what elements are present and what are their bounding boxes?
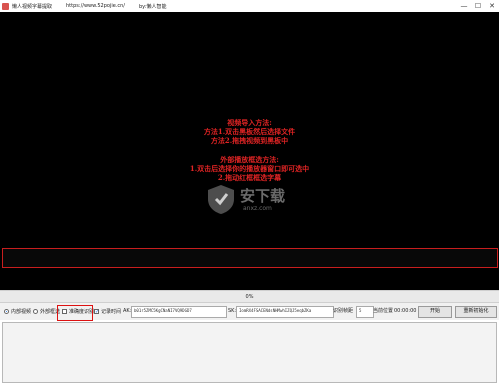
record-time-checkbox[interactable]: ✓ 记录时间 — [94, 307, 121, 316]
title-bar: 懒人视频字幕提取 https://www.52pojie.cn/ by:懒人智能… — [0, 0, 499, 12]
checkbox-checked-icon: ✓ — [94, 309, 100, 315]
watermark-subtext: anxz.com — [243, 205, 272, 212]
reset-button[interactable]: 重新初始化 — [455, 306, 497, 318]
instruction-line: 外部播放框选方法: — [220, 155, 279, 164]
app-icon — [2, 2, 9, 10]
title-url: https://www.52pojie.cn/ — [66, 3, 125, 9]
highlight-frame — [57, 305, 93, 321]
external-frame-radio[interactable]: 外部框选 — [33, 307, 60, 316]
instruction-line: 1.双击后选择你的播放器窗口即可选中 — [189, 164, 310, 173]
title-author: by:懒人智能 — [138, 3, 167, 10]
app-title: 懒人视频字幕提取 — [12, 3, 53, 10]
internal-video-label: 内部视频 — [11, 309, 32, 315]
sk-label: SK: — [228, 308, 237, 314]
sk-input[interactable]: IomRX4FSACENdsNHMwhIZQJ5eqbZKa — [236, 306, 334, 318]
record-time-label: 记录时间 — [101, 309, 122, 315]
instruction-line: 方法2.拖拽视频到黑板中 — [210, 136, 289, 145]
frame-interval-input[interactable]: 5 — [356, 306, 374, 318]
progress-bar: 0% — [0, 290, 499, 303]
watermark-text: 安下载 — [240, 187, 286, 205]
output-textarea[interactable] — [2, 322, 497, 383]
internal-video-radio[interactable]: 内部视频 — [4, 307, 31, 316]
watermark-logo: 安下载 anxz.com — [205, 183, 300, 215]
instruction-line: 方法1.双击黑板然后选择文件 — [203, 127, 296, 136]
instruction-line: 2.拖动红框框选字幕 — [217, 173, 282, 182]
maximize-button[interactable]: ☐ — [471, 0, 485, 12]
instruction-line: 视频导入方法: — [227, 118, 272, 127]
progress-text: 0% — [245, 294, 254, 300]
minimize-button[interactable]: — — [457, 0, 471, 12]
ak-input[interactable]: b01r5ZMC5KgCNaNI7VQ9DGD7 — [131, 306, 227, 318]
radio-selected-icon — [4, 309, 9, 314]
shield-logo-icon — [208, 185, 234, 214]
frame-interval-label: 识别帧距 — [333, 308, 354, 314]
subtitle-region-frame[interactable] — [2, 248, 498, 268]
close-button[interactable]: ✕ — [485, 0, 499, 12]
radio-icon — [33, 309, 38, 314]
current-position-label: 当前位置 — [373, 308, 394, 314]
start-button[interactable]: 开始 — [418, 306, 452, 318]
current-position-value: 00:00:00 — [394, 308, 417, 314]
